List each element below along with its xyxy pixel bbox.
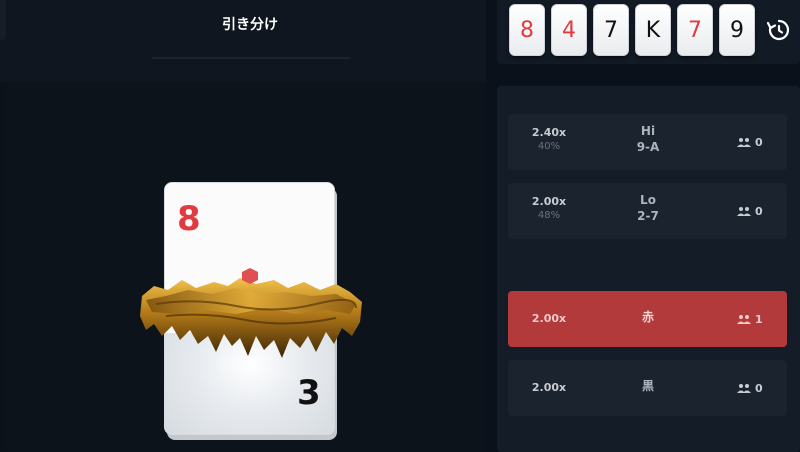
players-count: 0 [737, 204, 777, 218]
history-card: 8 [509, 4, 545, 56]
result-header [0, 0, 486, 82]
players-icon [737, 315, 751, 324]
history-card-rank: 8 [520, 17, 534, 43]
players-number: 0 [755, 135, 763, 149]
history-card-rank: 7 [688, 17, 702, 43]
bet-odds: 2.00x [531, 312, 567, 325]
history-card-rank: K [645, 17, 661, 43]
bet-odds: 2.00x [531, 381, 567, 394]
bet-name: Hi [640, 124, 656, 138]
players-count: 0 [737, 381, 777, 395]
bet-odds: 2.40x [531, 126, 567, 139]
players-count: 1 [737, 312, 777, 326]
title-divider [152, 57, 350, 59]
history-card: 9 [719, 4, 755, 56]
players-icon [737, 138, 751, 147]
players-count: 0 [737, 135, 777, 149]
left-edge-tab [0, 0, 6, 40]
bet-option-red[interactable]: 2.00x 赤 1 [508, 291, 787, 347]
bet-name: 赤 [641, 310, 654, 324]
current-card-rank: 8 [177, 199, 201, 239]
players-icon [737, 384, 751, 393]
players-number: 0 [755, 204, 763, 218]
next-card-rank: 3 [297, 373, 321, 413]
bet-range: 2-7 [637, 209, 659, 223]
bet-odds: 2.00x [531, 195, 567, 208]
history-card: 4 [551, 4, 587, 56]
bet-name: Lo [640, 193, 656, 207]
history-card-rank: 4 [562, 17, 576, 43]
history-card-rank: 9 [730, 17, 744, 43]
players-number: 0 [755, 381, 763, 395]
result-title: 引き分け [222, 17, 278, 33]
bet-chance: 40% [537, 141, 561, 152]
bet-option-hi[interactable]: 2.40x 40% Hi 9-A 0 [508, 114, 787, 170]
bet-name: 黒 [641, 379, 654, 393]
bet-option-black[interactable]: 2.00x 黒 0 [508, 360, 787, 416]
burning-edge-effect [140, 268, 362, 358]
history-card: K [635, 4, 671, 56]
history-card-rank: 7 [604, 17, 618, 43]
history-card: 7 [677, 4, 713, 56]
history-card: 7 [593, 4, 629, 56]
players-icon [737, 207, 751, 216]
history-icon[interactable] [766, 18, 790, 42]
bet-range: 9-A [636, 140, 660, 154]
players-number: 1 [755, 312, 763, 326]
bet-chance: 48% [537, 210, 561, 221]
bet-option-lo[interactable]: 2.00x 48% Lo 2-7 0 [508, 183, 787, 239]
